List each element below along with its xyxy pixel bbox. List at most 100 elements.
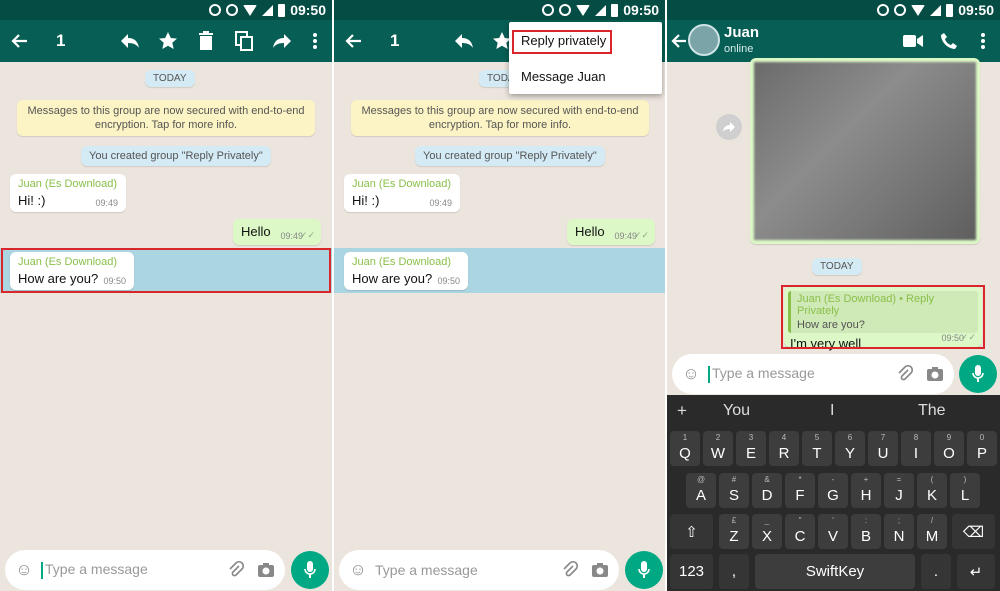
selected-count: 1 <box>390 31 400 50</box>
backspace-key[interactable]: ⌫ <box>952 514 995 549</box>
message-bubble-incoming[interactable]: Juan (Es Download) Hi! :) 09:49 <box>344 174 460 212</box>
camera-icon[interactable] <box>924 363 946 385</box>
camera-icon[interactable] <box>589 559 611 581</box>
key-p[interactable]: 0P <box>967 431 997 466</box>
key-l[interactable]: ) L <box>950 473 980 508</box>
date-chip: TODAY <box>145 70 195 87</box>
suggestion-2[interactable]: I <box>830 402 834 420</box>
contact-name[interactable]: Juan <box>724 24 759 41</box>
key-g[interactable]: -G <box>818 473 848 508</box>
attach-icon[interactable] <box>894 363 916 385</box>
message-input-bar[interactable]: ☺ Type a message <box>672 354 954 394</box>
key-e[interactable]: 3E <box>736 431 766 466</box>
attach-icon[interactable] <box>559 559 581 581</box>
expand-toolbar-button[interactable]: + <box>677 401 687 421</box>
key-s[interactable]: # S <box>719 473 749 508</box>
message-input[interactable]: Type a message <box>702 365 894 383</box>
key-v[interactable]: ' V <box>818 514 848 549</box>
encryption-notice[interactable]: Messages to this group are now secured w… <box>351 100 649 136</box>
emoji-icon[interactable]: ☺ <box>680 363 702 385</box>
space-key[interactable]: SwiftKey <box>755 554 915 589</box>
period-key[interactable]: . <box>921 554 951 589</box>
more-options-icon[interactable] <box>971 29 995 53</box>
mic-button[interactable] <box>959 355 997 393</box>
key-h[interactable]: + H <box>851 473 881 508</box>
enter-key[interactable]: ↵ <box>957 554 995 589</box>
comma-key[interactable]: , <box>719 554 749 589</box>
key-r[interactable]: 4R <box>769 431 799 466</box>
suggestion-3[interactable]: The <box>918 402 946 420</box>
suggestion-bar: + You I The <box>667 395 1000 427</box>
suggestion-1[interactable]: You <box>723 402 750 420</box>
voice-call-icon[interactable] <box>937 29 961 53</box>
key-t[interactable]: 5T <box>802 431 832 466</box>
emoji-icon[interactable]: ☺ <box>13 559 35 581</box>
reply-icon[interactable] <box>118 29 142 53</box>
key-label: K <box>926 487 937 504</box>
key-m[interactable]: / M <box>917 514 947 549</box>
key-secondary-label: ; <box>897 516 901 525</box>
key-q[interactable]: 1Q <box>670 431 700 466</box>
message-bubble-outgoing[interactable]: Hello 09:49 ✓✓ <box>233 219 321 245</box>
encryption-notice[interactable]: Messages to this group are now secured w… <box>17 100 315 136</box>
shift-key[interactable]: ⇧ <box>670 514 713 549</box>
key-secondary-label: _ <box>764 516 770 525</box>
attach-icon[interactable] <box>225 559 247 581</box>
key-label: F <box>795 487 805 504</box>
message-time: 09:49 <box>429 198 452 208</box>
delete-icon[interactable] <box>194 29 218 53</box>
key-d[interactable]: & D <box>752 473 782 508</box>
key-j[interactable]: = J <box>884 473 914 508</box>
message-input[interactable]: Type a message <box>369 562 559 578</box>
key-w[interactable]: 2W <box>703 431 733 466</box>
star-icon[interactable] <box>156 29 180 53</box>
mic-button[interactable] <box>625 551 663 589</box>
key-c[interactable]: " C <box>785 514 815 549</box>
emoji-icon[interactable]: ☺ <box>347 559 369 581</box>
key-label: N <box>893 528 905 545</box>
image-message-bubble[interactable] <box>750 58 980 244</box>
key-k[interactable]: (K <box>917 473 947 508</box>
key-secondary-label: ) <box>963 475 967 484</box>
key-label: V <box>827 528 838 545</box>
message-input-bar[interactable]: ☺ Type a message <box>5 550 285 590</box>
key-n[interactable]: ; N <box>884 514 914 549</box>
message-bubble-incoming[interactable]: Juan (Es Download) Hi! :) 09:49 <box>10 174 126 212</box>
dnd-icon <box>877 4 890 16</box>
message-bubble-outgoing[interactable]: Hello 09:49 ✓✓ <box>567 219 655 245</box>
key-secondary-label: * <box>798 475 802 484</box>
camera-icon[interactable] <box>255 559 277 581</box>
key-f[interactable]: * F <box>785 473 815 508</box>
key-z[interactable]: £ Z <box>719 514 749 549</box>
avatar[interactable] <box>688 24 720 56</box>
reply-icon[interactable] <box>452 29 476 53</box>
forward-icon[interactable] <box>270 29 294 53</box>
key-label: ↵ <box>969 563 983 581</box>
key-y[interactable]: 6Y <box>835 431 865 466</box>
key-o[interactable]: 9O <box>934 431 964 466</box>
sender-name: Juan (Es Download) <box>352 178 452 190</box>
key-u[interactable]: 7U <box>868 431 898 466</box>
back-arrow-icon[interactable] <box>671 29 687 53</box>
key-label: D <box>761 487 773 504</box>
key-x[interactable]: _ X <box>752 514 782 549</box>
forward-icon[interactable] <box>716 114 742 140</box>
panel-overflow-menu: 09:50 1 TODA Messages to this group are … <box>334 0 665 591</box>
key-a[interactable]: @ A <box>686 473 716 508</box>
more-options-icon[interactable] <box>303 29 327 53</box>
key-b[interactable]: :B <box>851 514 881 549</box>
video-call-icon[interactable] <box>901 29 925 53</box>
key-i[interactable]: 8I <box>901 431 931 466</box>
message-bubble-incoming-selected[interactable]: Juan (Es Download) How are you? 09:50 <box>344 252 468 290</box>
menu-item-message-juan[interactable]: Message Juan <box>509 58 662 94</box>
message-input[interactable]: Type a message <box>35 561 225 579</box>
mic-button[interactable] <box>291 551 329 589</box>
key-label: , <box>731 563 737 580</box>
blurred-image[interactable] <box>754 62 976 240</box>
message-input-bar[interactable]: ☺ Type a message <box>339 550 619 590</box>
numbers-key[interactable]: 123 <box>670 554 713 589</box>
back-arrow-icon[interactable] <box>342 29 366 53</box>
back-arrow-icon[interactable] <box>8 29 32 53</box>
copy-icon[interactable] <box>232 29 256 53</box>
chat-area: TODAY Messages to this group are now sec… <box>0 62 332 591</box>
